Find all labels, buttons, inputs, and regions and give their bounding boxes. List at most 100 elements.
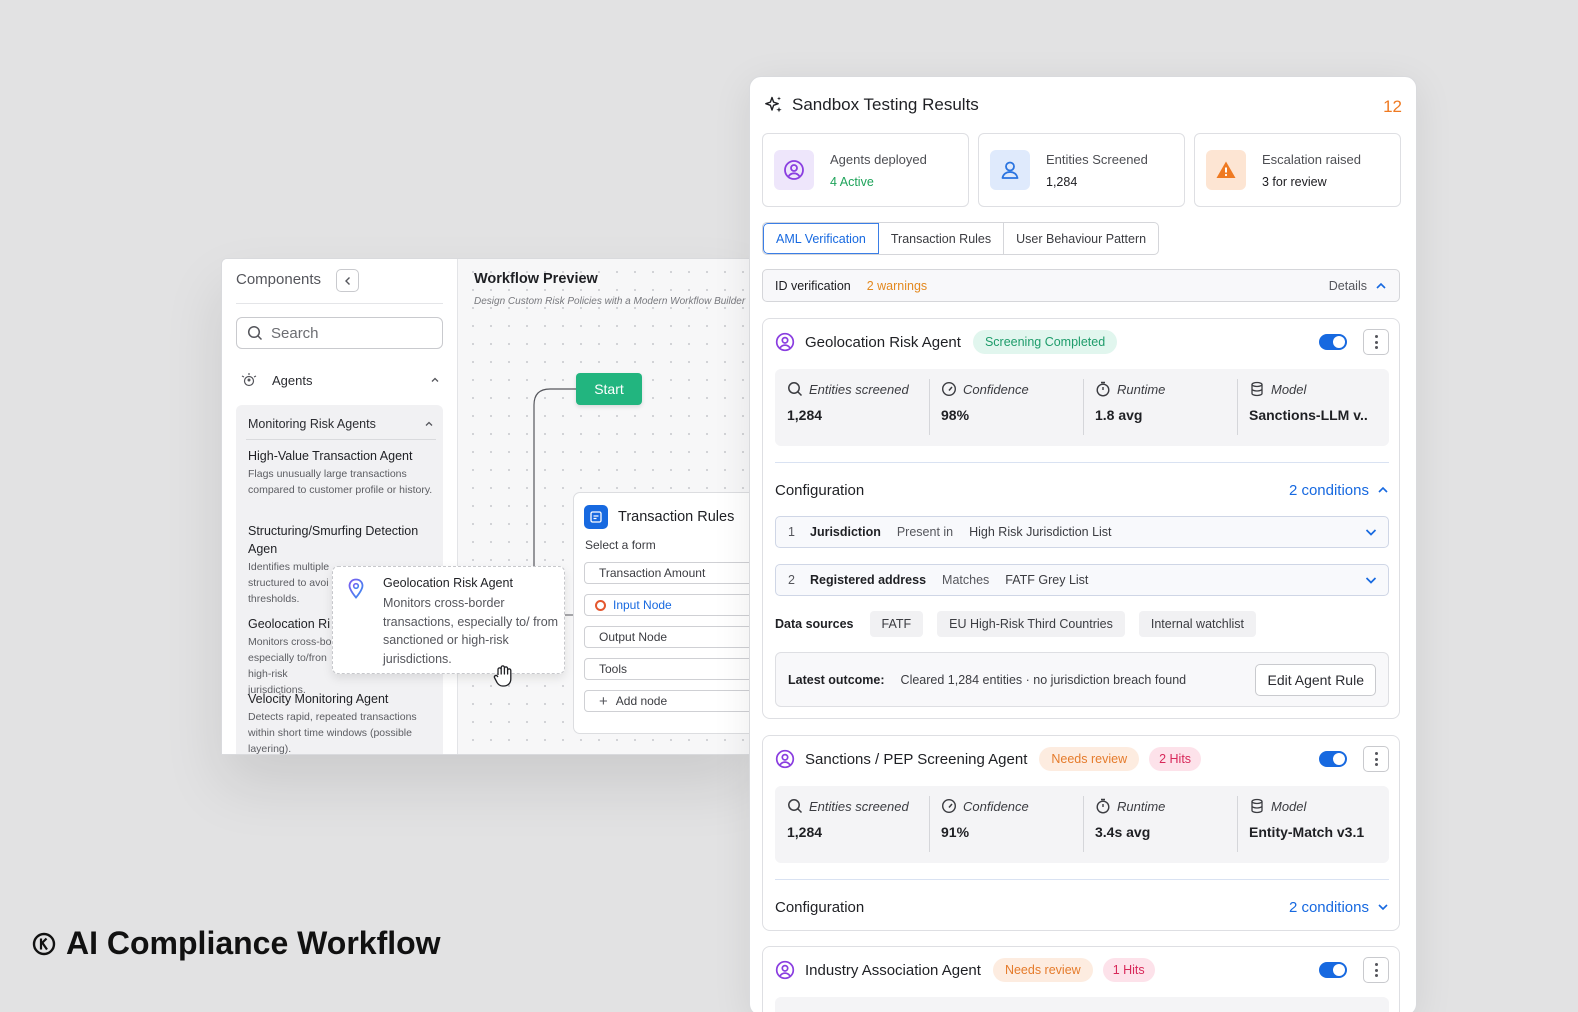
metric-value: 91%	[941, 824, 970, 840]
field-transaction-amount[interactable]: Transaction Amount	[584, 562, 750, 584]
stat-value: 1,284	[1046, 175, 1078, 189]
agent-enabled-toggle[interactable]	[1319, 334, 1347, 350]
field-output-node[interactable]: Output Node	[584, 626, 750, 648]
agent-enabled-toggle[interactable]	[1319, 751, 1347, 767]
condition-row[interactable]: 2 Registered address Matches FATF Grey L…	[775, 564, 1389, 596]
logo-icon	[32, 932, 56, 955]
metric-value: Entity-Match v3.1	[1249, 824, 1365, 840]
add-node-label: Add node	[615, 694, 668, 708]
agent-card-header: Sanctions / PEP Screening Agent Needs re…	[775, 746, 1389, 772]
agent-desc: Flags unusually large transactions compa…	[248, 468, 433, 496]
details-label: Details	[1328, 278, 1367, 293]
configuration-header[interactable]: Configuration 2 conditions	[775, 894, 1389, 920]
metric-label: Entities screened	[809, 381, 909, 397]
node-header: Transaction Rules	[584, 505, 734, 529]
panel-title: Sandbox Testing Results	[792, 95, 979, 114]
agent-enabled-toggle[interactable]	[1319, 962, 1347, 978]
details-toggle[interactable]: Details	[1329, 279, 1387, 293]
tab-user-behaviour-pattern[interactable]: User Behaviour Pattern	[1004, 223, 1158, 254]
field-label: Input Node	[613, 598, 672, 612]
agent-metrics	[775, 997, 1389, 1012]
metric-model: Model Entity-Match v3.1	[1237, 786, 1391, 863]
metric-value: 1,284	[787, 824, 823, 840]
search-icon	[788, 382, 803, 397]
conditions-count: 2 conditions	[1288, 898, 1369, 916]
metric-value: 1,284	[787, 407, 823, 423]
tab-transaction-rules[interactable]: Transaction Rules	[879, 223, 1005, 254]
collapse-sidebar-button[interactable]	[336, 269, 359, 292]
results-count: 12	[1383, 97, 1402, 116]
group-header[interactable]: Monitoring Risk Agents	[248, 417, 434, 431]
condition-field: Registered address	[810, 573, 927, 587]
source-chip[interactable]: FATF	[869, 611, 924, 637]
chevron-up-icon	[431, 377, 439, 382]
edit-agent-rule-button[interactable]: Edit Agent Rule	[1255, 663, 1376, 696]
chevron-up-icon	[425, 421, 433, 426]
status-badge: Screening Completed	[972, 330, 1118, 354]
field-input-node[interactable]: Input Node	[584, 594, 750, 616]
more-options-button[interactable]	[1363, 329, 1389, 355]
metric-label: Confidence	[963, 798, 1029, 814]
condition-number: 2	[788, 573, 795, 587]
source-chip[interactable]: Internal watchlist	[1138, 611, 1256, 637]
start-node[interactable]: Start	[576, 373, 642, 405]
agents-icon	[241, 373, 257, 387]
timer-icon	[1096, 798, 1110, 814]
group-title: Monitoring Risk Agents	[248, 417, 376, 431]
conditions-toggle[interactable]: 2 conditions	[1289, 482, 1389, 499]
data-sources: Data sources FATF EU High-Risk Third Cou…	[775, 611, 1270, 637]
stat-label: Escalation raised	[1262, 152, 1361, 167]
search-icon	[788, 799, 803, 814]
condition-row[interactable]: 1 Jurisdiction Present in High Risk Juri…	[775, 516, 1389, 548]
chevron-down-icon	[1365, 529, 1377, 536]
metric-label: Model	[1271, 381, 1307, 397]
stat-entities-screened: Entities Screened 1,284	[978, 133, 1185, 207]
latest-outcome: Latest outcome: Cleared 1,284 entities ·…	[775, 652, 1389, 707]
search-placeholder: Search	[271, 324, 319, 342]
add-node-button[interactable]: + Add node	[584, 690, 750, 712]
status-badge: Needs review	[992, 958, 1093, 982]
agent-item[interactable]: Velocity Monitoring Agent Detects rapid,…	[248, 690, 434, 754]
agent-drag-tooltip[interactable]: Geolocation Risk Agent Monitors cross-bo…	[332, 566, 565, 674]
workflow-editor-window: Components Search Agents Monitoring Risk…	[221, 258, 751, 755]
conditions-toggle[interactable]: 2 conditions	[1289, 899, 1389, 916]
agents-section-header[interactable]: Agents	[240, 369, 440, 391]
timer-icon	[1096, 381, 1110, 397]
agent-name: Geolocation Risk Agent	[805, 333, 961, 351]
agent-icon	[775, 332, 795, 352]
agent-name: Structuring/Smurfing Detection Agen	[248, 524, 419, 556]
outcome-label: Latest outcome:	[788, 672, 885, 687]
panel-header: Sandbox Testing Results	[764, 95, 979, 115]
configuration-header[interactable]: Configuration 2 conditions	[775, 477, 1389, 503]
id-verification-bar[interactable]: ID verification 2 warnings Details	[762, 269, 1400, 302]
agent-item[interactable]: High-Value Transaction Agent Flags unusu…	[248, 447, 434, 498]
user-icon	[990, 150, 1030, 190]
components-title: Components	[236, 271, 322, 288]
agent-name: Sanctions / PEP Screening Agent	[805, 750, 1028, 768]
agent-metrics: Entities screened 1,284 Confidence 98% R…	[775, 369, 1389, 446]
metric-label: Runtime	[1117, 798, 1166, 814]
database-icon	[1251, 798, 1263, 814]
tab-aml-verification[interactable]: AML Verification	[763, 223, 879, 254]
condition-field: Jurisdiction	[810, 525, 881, 539]
id-verification-label: ID verification	[775, 278, 851, 293]
chevron-down-icon	[1365, 577, 1377, 584]
field-tools[interactable]: Tools	[584, 658, 750, 680]
brand-title: AI Compliance Workflow	[32, 925, 441, 962]
source-chip[interactable]: EU High-Risk Third Countries	[937, 611, 1125, 637]
condition-operator: Present in	[896, 525, 954, 539]
search-input[interactable]: Search	[236, 317, 443, 349]
agent-icon	[774, 150, 814, 190]
more-options-button[interactable]	[1363, 746, 1389, 772]
condition-value: FATF Grey List	[1005, 573, 1089, 587]
agent-name: High-Value Transaction Agent	[248, 449, 413, 463]
transaction-rules-node[interactable]: Transaction Rules Select a form Transact…	[573, 492, 750, 734]
tooltip-title: Geolocation Risk Agent	[383, 576, 513, 590]
divider	[246, 439, 436, 440]
configuration-label: Configuration	[775, 898, 865, 916]
sparkle-icon	[765, 96, 782, 113]
more-options-button[interactable]	[1363, 957, 1389, 983]
data-sources-label: Data sources	[775, 617, 854, 631]
chevron-up-icon	[1376, 282, 1386, 289]
metric-entities-screened: Entities screened 1,284	[775, 786, 929, 863]
